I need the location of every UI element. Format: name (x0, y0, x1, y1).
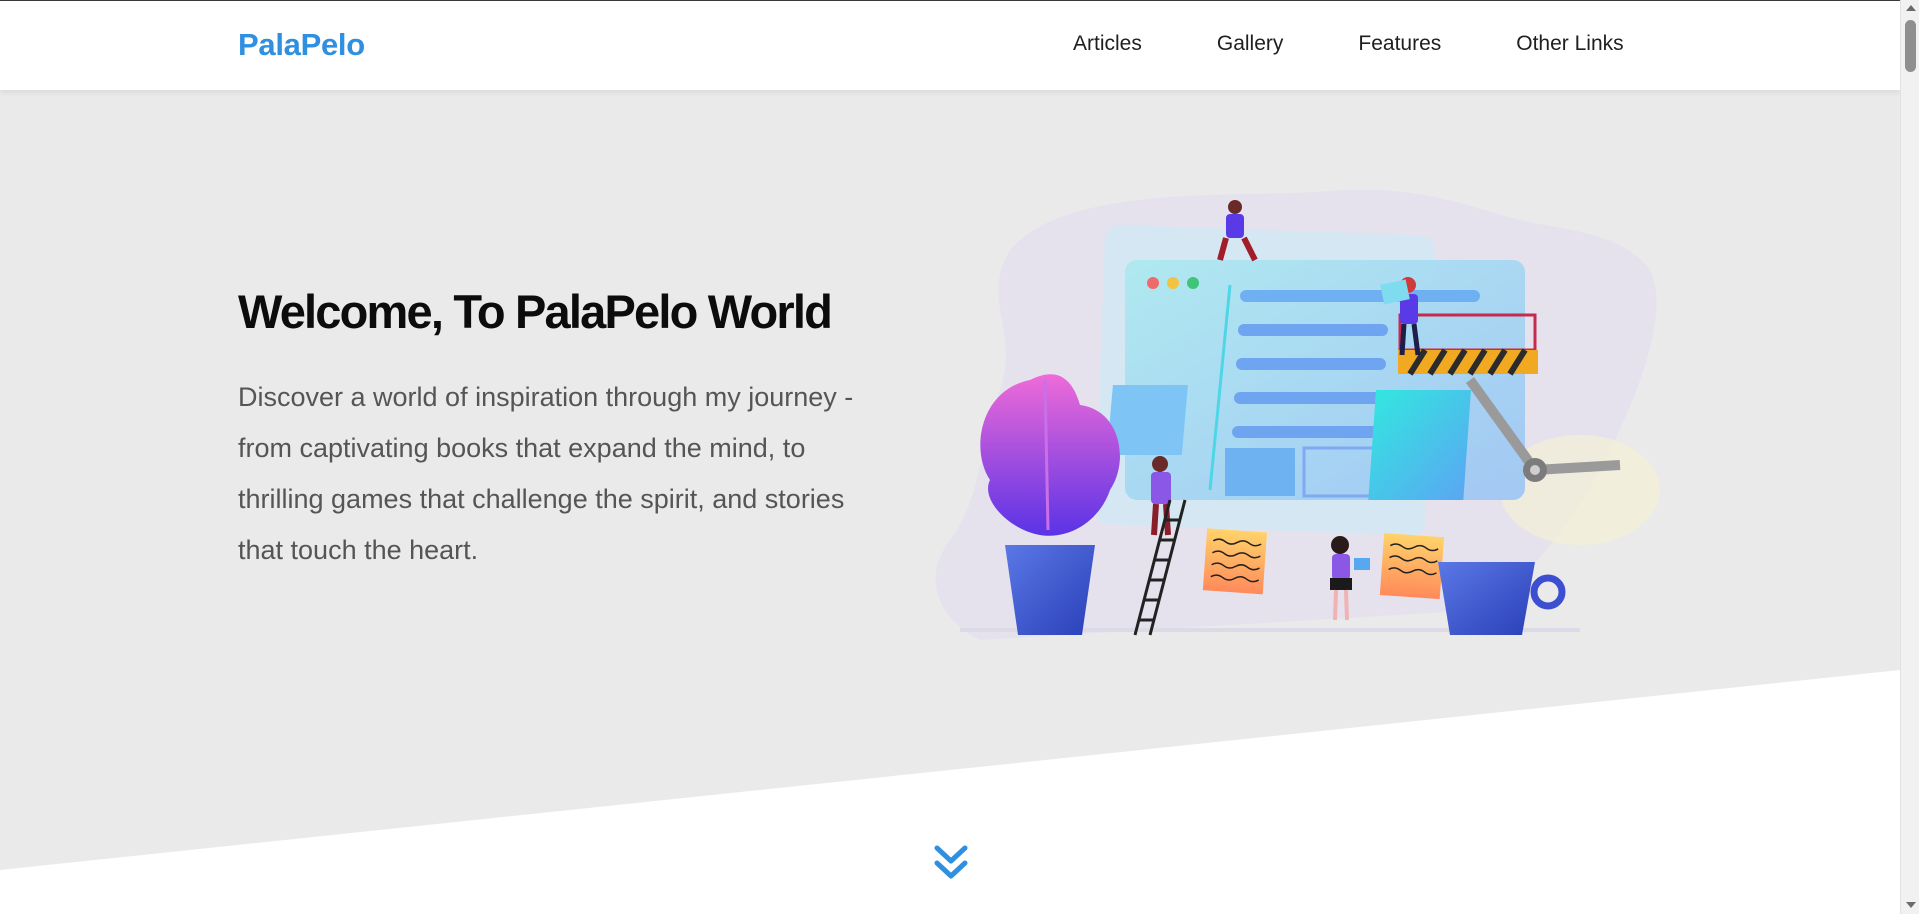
hero-description: Discover a world of inspiration through … (238, 382, 854, 565)
logo-link[interactable]: PalaPelo (238, 27, 365, 63)
nav-link-features[interactable]: Features (1358, 32, 1441, 56)
nav-link-articles[interactable]: Articles (1073, 32, 1142, 56)
scroll-down-arrow-icon[interactable] (1906, 902, 1916, 908)
page: PalaPelo Articles Gallery Features Other… (0, 0, 1919, 914)
nav-link-gallery[interactable]: Gallery (1217, 32, 1284, 56)
nav-link-other-links[interactable]: Other Links (1516, 32, 1623, 56)
site-header: PalaPelo Articles Gallery Features Other… (0, 1, 1900, 90)
website-construction-illustration (935, 190, 1660, 640)
main-nav: Articles Gallery Features Other Links (1073, 32, 1624, 56)
hero-title: Welcome, To PalaPelo World (238, 285, 833, 338)
vertical-scrollbar[interactable] (1900, 0, 1919, 914)
double-chevron-down-icon[interactable] (934, 845, 968, 883)
scrollbar-thumb[interactable] (1905, 20, 1916, 72)
scroll-up-arrow-icon[interactable] (1906, 5, 1916, 11)
